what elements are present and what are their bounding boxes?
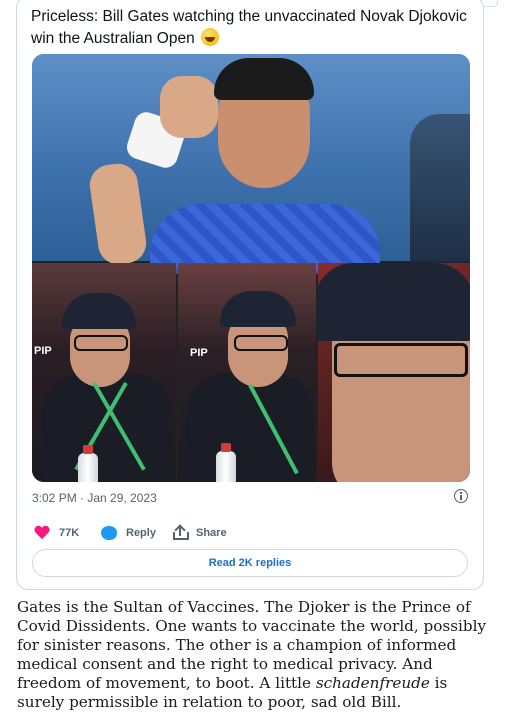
- reply-label: Reply: [126, 527, 156, 539]
- photo-cap-shape: [62, 293, 136, 329]
- share-button[interactable]: Share: [173, 524, 227, 542]
- tweet-text-line-1: Priceless: Bill Gates watching the unvac…: [31, 8, 467, 25]
- photo-body-shape: [42, 373, 172, 482]
- reply-bubble-icon: [101, 526, 117, 540]
- tweet-media-collage[interactable]: PIP PIP: [32, 54, 470, 482]
- rolling-on-floor-laughing-emoji-icon: [201, 28, 220, 46]
- tweet-text-line-2: win the Australian Open: [31, 30, 195, 47]
- read-replies-button[interactable]: Read 2K replies: [32, 549, 468, 577]
- photo-djokovic-celebrating[interactable]: [32, 54, 470, 274]
- share-label: Share: [196, 527, 227, 539]
- photo-fist-shape: [160, 76, 218, 138]
- share-icon: [173, 524, 189, 540]
- photo-pip-label-2: PIP: [190, 347, 208, 359]
- photo-crowd-shape: [410, 114, 470, 264]
- heart-icon: [34, 526, 50, 540]
- article-paragraph: Gates is the Sultan of Vaccines. The Djo…: [17, 598, 497, 712]
- photo-hair-shape: [214, 58, 314, 100]
- tweet-meta-row: 3:02 PM · Jan 29, 2023: [32, 489, 472, 508]
- photo-arm-shape: [87, 161, 149, 267]
- photo-cap-shape: [220, 291, 296, 327]
- tweet-timestamp[interactable]: 3:02 PM · Jan 29, 2023: [32, 491, 157, 505]
- photo-glasses-shape: [74, 335, 128, 351]
- like-count: 77K: [59, 527, 80, 539]
- photo-cap-shape: [318, 263, 470, 341]
- photo-glasses-shape: [334, 343, 468, 377]
- tweet-text: Priceless: Bill Gates watching the unvac…: [31, 6, 471, 50]
- photo-pip-label-1: PIP: [34, 345, 52, 357]
- reply-button[interactable]: Reply: [101, 524, 156, 542]
- photo-gates-middle[interactable]: PIP: [178, 263, 316, 482]
- read-replies-label: Read 2K replies: [208, 557, 292, 569]
- photo-gates-left[interactable]: PIP: [32, 263, 176, 482]
- like-button[interactable]: 77K: [34, 524, 79, 542]
- photo-glasses-shape: [234, 335, 288, 351]
- photo-bottle-shape: [216, 443, 236, 482]
- info-icon[interactable]: [454, 489, 468, 503]
- article-emphasis: schadenfreude: [315, 674, 430, 692]
- photo-bottle-shape: [78, 445, 98, 482]
- photo-gates-closeup[interactable]: [318, 263, 470, 482]
